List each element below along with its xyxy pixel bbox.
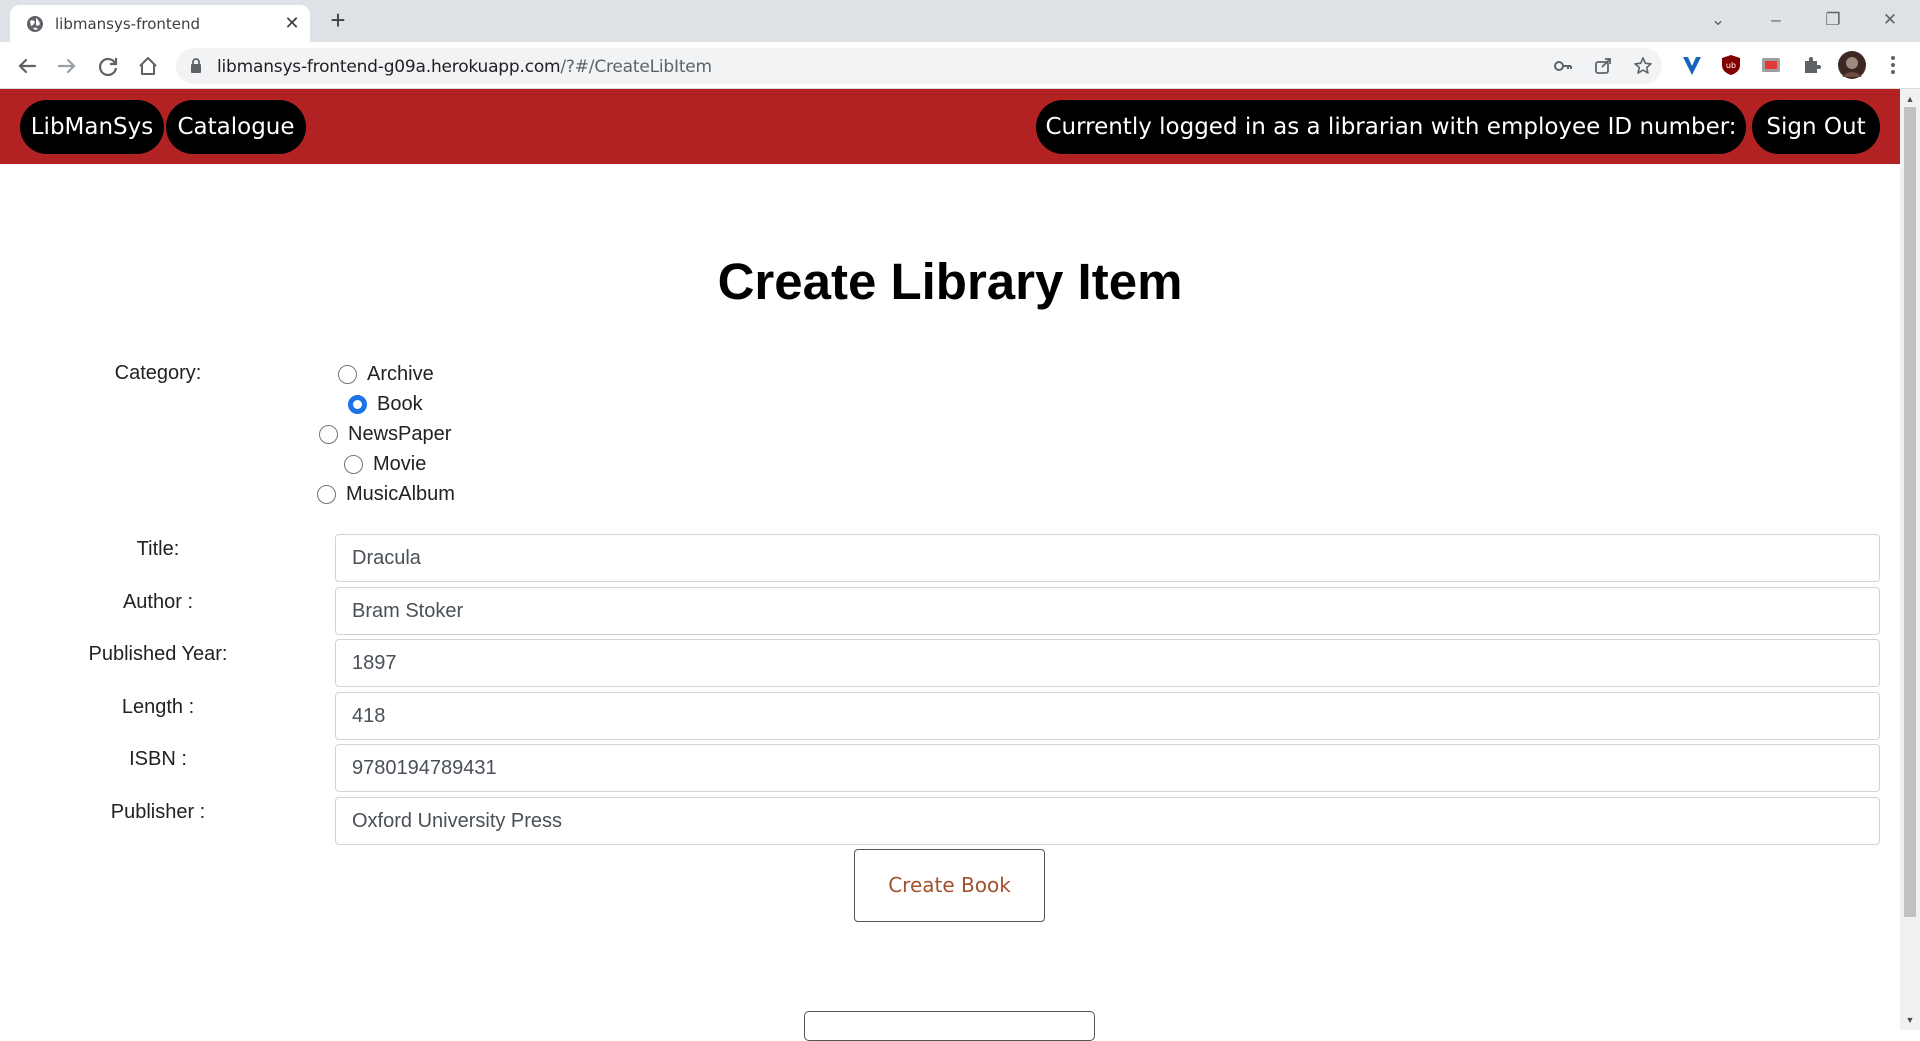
radio-label: NewsPaper [348,422,452,445]
isbn-field[interactable] [335,744,1880,792]
page-title: Create Library Item [717,253,1183,310]
browser-tab-strip: libmansys-frontend ✕ + ⌄ – ❐ ✕ [0,0,1920,42]
close-tab-icon[interactable]: ✕ [282,13,302,33]
tab-title: libmansys-frontend [55,15,201,33]
radio-button-checked[interactable] [348,394,367,414]
brand-link[interactable]: LibManSys [20,100,164,154]
scroll-down-arrow-icon[interactable]: ▼ [1905,1015,1915,1025]
sign-out-button[interactable]: Sign Out [1752,100,1880,154]
app-navbar: LibManSys Catalogue Currently logged in … [0,89,1900,194]
partially-visible-button[interactable] [804,1011,1095,1041]
author-label: Author : [122,591,194,613]
title-input[interactable] [336,535,1879,581]
radio-newspaper[interactable]: NewsPaper [319,421,451,447]
login-status: Currently logged in as a librarian with … [1036,100,1746,194]
reload-icon[interactable] [94,52,122,80]
publisher-field[interactable] [335,797,1880,845]
page-scrollbar[interactable]: ▲ ▼ [1900,89,1920,1030]
length-label: Length : [121,696,195,718]
home-icon[interactable] [134,52,162,80]
catalogue-link[interactable]: Catalogue [166,100,306,154]
url-text[interactable]: libmansys-frontend-g09a.herokuapp.com/?#… [217,57,712,77]
address-bar[interactable]: libmansys-frontend-g09a.herokuapp.com/?#… [176,48,1662,84]
radio-label: MusicAlbum [346,482,455,505]
published-year-label: Published Year: [88,643,228,665]
scrollbar-thumb[interactable] [1904,107,1916,917]
scroll-up-arrow-icon[interactable]: ▲ [1905,94,1915,104]
radio-button[interactable] [317,484,336,504]
radio-label: Book [377,392,423,415]
forward-icon[interactable] [53,52,81,80]
back-icon[interactable] [13,52,41,80]
author-field[interactable] [335,587,1880,635]
isbn-input[interactable] [336,745,1879,791]
lock-icon[interactable] [190,58,202,73]
minimize-icon[interactable]: – [1763,8,1789,32]
published-year-field[interactable] [335,639,1880,687]
share-icon[interactable] [1593,56,1613,76]
radio-button[interactable] [344,454,363,474]
title-field[interactable] [335,534,1880,582]
length-field[interactable] [335,692,1880,740]
category-label: Category: [114,362,202,384]
radio-label: Archive [367,362,434,385]
radio-book[interactable]: Book [348,391,423,417]
vpn-extension-icon[interactable] [1680,53,1704,77]
publisher-label: Publisher : [110,801,206,823]
profile-avatar[interactable] [1838,51,1866,79]
browser-tab[interactable]: libmansys-frontend ✕ [10,5,310,42]
length-input[interactable] [336,693,1879,739]
more-menu-icon[interactable] [1881,53,1905,77]
bookmark-star-icon[interactable] [1633,56,1653,76]
radio-musicalbum[interactable]: MusicAlbum [317,481,455,507]
restore-icon[interactable]: ❐ [1820,8,1846,32]
ublock-icon[interactable]: ub [1719,53,1743,77]
key-icon[interactable] [1553,56,1573,76]
cast-extension-icon[interactable] [1759,53,1783,77]
svg-text:ub: ub [1726,61,1736,70]
browser-toolbar: libmansys-frontend-g09a.herokuapp.com/?#… [0,42,1920,89]
create-book-button[interactable]: Create Book [854,849,1045,922]
extensions-puzzle-icon[interactable] [1800,53,1824,77]
isbn-label: ISBN : [129,748,187,770]
radio-button[interactable] [338,364,357,384]
published-year-input[interactable] [336,640,1879,686]
title-label: Title: [136,538,180,560]
radio-archive[interactable]: Archive [338,361,434,387]
radio-label: Movie [373,452,427,475]
publisher-input[interactable] [336,798,1879,844]
radio-button[interactable] [319,424,338,444]
radio-movie[interactable]: Movie [344,451,426,477]
globe-icon [27,16,43,32]
window-close-icon[interactable]: ✕ [1877,8,1903,32]
author-input[interactable] [336,588,1879,634]
tab-search-icon[interactable]: ⌄ [1705,8,1731,32]
new-tab-icon[interactable]: + [325,7,351,34]
